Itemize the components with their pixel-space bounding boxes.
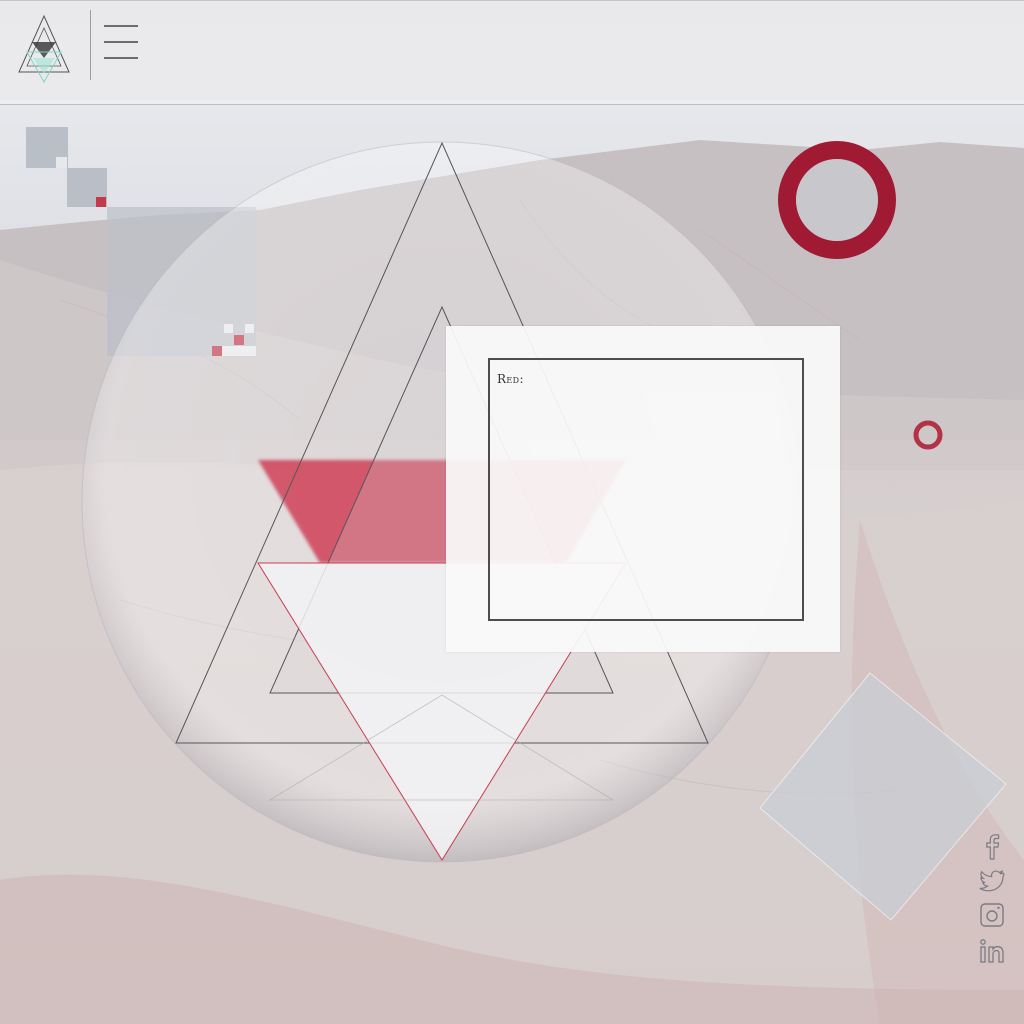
instagram-icon[interactable] (978, 901, 1006, 929)
large-red-ring-inner (796, 159, 878, 241)
small-red-ring (913, 420, 943, 450)
linkedin-icon[interactable] (978, 937, 1006, 965)
glass-diamond (759, 672, 1007, 921)
content-box: Red: (488, 358, 804, 621)
panel-label: Red: (497, 372, 524, 386)
content-panel: Red: (446, 326, 840, 652)
twitter-icon[interactable] (978, 866, 1006, 894)
facebook-icon[interactable] (978, 832, 1006, 860)
